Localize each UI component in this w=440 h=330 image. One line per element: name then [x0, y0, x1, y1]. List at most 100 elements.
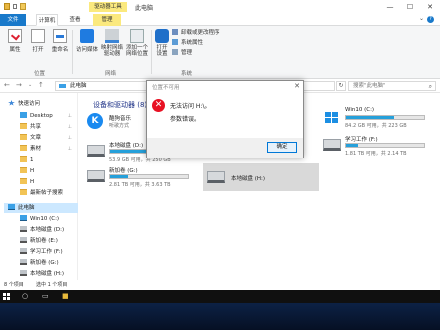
- tile-name: 本地磁盘 (D:): [109, 143, 144, 149]
- system-group-label: 系统: [181, 71, 193, 77]
- gear-icon: [155, 29, 169, 43]
- new-folder-qat-icon[interactable]: [13, 4, 17, 9]
- properties-button[interactable]: 属性: [6, 29, 24, 53]
- dialog-close-button[interactable]: ✕: [294, 82, 300, 90]
- explorer-window: 驱动器工具 此电脑 — ☐ ✕ 文件 计算机 查看 管理 ⌄ ? 属性 打开 重…: [0, 0, 440, 290]
- system-properties-icon: [172, 39, 178, 45]
- star-icon: [8, 100, 15, 106]
- drive-usage-bar: [345, 115, 425, 120]
- tile-info: 听歌方式: [109, 123, 130, 129]
- title-bar: 驱动器工具 此电脑 — ☐ ✕: [0, 0, 440, 14]
- help-icon[interactable]: ?: [427, 16, 434, 23]
- tab-computer[interactable]: 计算机: [36, 14, 58, 26]
- sidebar-item-label: 文章: [30, 135, 42, 141]
- search-icon: ⌕: [428, 83, 432, 90]
- add-network-location-button[interactable]: 添加一个网络位置: [124, 29, 150, 57]
- pin-icon: ⊥: [67, 113, 72, 119]
- sidebar-item-label: 共享: [30, 124, 42, 130]
- maximize-button[interactable]: ☐: [400, 0, 420, 14]
- item-count: 8 个项目: [4, 282, 24, 288]
- drive-tile-f[interactable]: 学习工作 (F:) 1.81 TB 可用，共 2.14 TB: [323, 135, 431, 161]
- sidebar-drive-d[interactable]: 本地磁盘 (D:): [20, 225, 64, 235]
- computer-icon: [8, 204, 15, 210]
- forward-button[interactable]: →: [16, 81, 22, 89]
- sidebar-drive-label: 学习工作 (F:): [30, 249, 63, 255]
- folder-icon: [20, 178, 27, 184]
- properties-label: 属性: [9, 47, 21, 53]
- drive-tile-c[interactable]: Win10 (C:) 84.2 GB 可用，共 223 GB: [323, 107, 431, 133]
- sidebar-drive-e[interactable]: 新加卷 (E:): [20, 236, 58, 246]
- refresh-button[interactable]: ↻: [336, 81, 346, 91]
- sidebar-drive-f[interactable]: 学习工作 (F:): [20, 247, 63, 257]
- manage-item[interactable]: 管理: [172, 49, 192, 58]
- rename-button[interactable]: 重命名: [50, 29, 70, 53]
- tile-name: 酷狗音乐: [109, 116, 132, 122]
- dialog-detail: 参数错误。: [170, 116, 201, 123]
- tile-name: 本地磁盘 (H:): [231, 176, 266, 182]
- drive-icon: [87, 145, 105, 157]
- sidebar-item-label: Desktop: [30, 113, 53, 119]
- folder-qat-icon[interactable]: [20, 3, 26, 10]
- manage-icon: [172, 49, 178, 55]
- start-button-icon[interactable]: [3, 293, 10, 300]
- rename-icon: [53, 29, 67, 43]
- drive-tile-g[interactable]: 新加卷 (G:) 2.81 TB 可用，共 3.63 TB: [87, 166, 195, 192]
- sidebar-drive-c[interactable]: Win10 (C:): [20, 214, 59, 224]
- drive-icon: [20, 248, 27, 254]
- sidebar-item-h2[interactable]: H: [20, 177, 34, 187]
- desktop-icon: [20, 112, 27, 118]
- sidebar-drive-g[interactable]: 新加卷 (G:): [20, 258, 59, 268]
- computer-icon: [59, 84, 66, 88]
- sidebar-item-1[interactable]: 1: [20, 155, 34, 165]
- tab-file[interactable]: 文件: [0, 14, 26, 26]
- properties-icon: [8, 29, 22, 43]
- sidebar-item-articles[interactable]: 文章 ⊥: [20, 133, 72, 143]
- sidebar-drive-h[interactable]: 本地磁盘 (H:): [20, 269, 64, 279]
- map-network-drive-label: 映射网络驱动器: [100, 45, 123, 57]
- drive-icon: [323, 139, 341, 151]
- tile-name: 新加卷 (G:): [109, 168, 138, 174]
- tab-view[interactable]: 查看: [66, 14, 84, 26]
- back-button[interactable]: ←: [4, 81, 10, 89]
- access-media-button[interactable]: 访问媒体: [75, 29, 99, 53]
- uninstall-programs-item[interactable]: 卸载或更改程序: [172, 29, 220, 38]
- task-view-icon[interactable]: ▭: [42, 292, 49, 300]
- recent-locations-icon[interactable]: ⌄: [28, 82, 32, 88]
- sidebar-item-desktop[interactable]: Desktop ⊥: [20, 111, 72, 121]
- sidebar-item-label: H: [30, 179, 35, 185]
- pin-icon: ⊥: [67, 135, 72, 141]
- close-button[interactable]: ✕: [420, 0, 440, 14]
- navigation-pane: 快速访问 Desktop ⊥ 共享 ⊥ 文章 ⊥ 素材 ⊥ 1 H H 最新帖子搜索 此…: [0, 93, 78, 280]
- windows-logo-icon: [323, 111, 341, 123]
- system-properties-item[interactable]: 系统属性: [172, 39, 203, 48]
- media-icon: [80, 29, 94, 43]
- open-settings-button[interactable]: 打开设置: [154, 29, 170, 57]
- sidebar-item-h[interactable]: H: [20, 166, 34, 176]
- dialog-title: 位置不可用: [152, 85, 180, 91]
- search-input[interactable]: 搜索"此电脑" ⌕: [348, 81, 436, 91]
- properties-qat-icon[interactable]: [4, 3, 10, 10]
- access-media-label: 访问媒体: [75, 47, 98, 53]
- minimize-button[interactable]: —: [380, 0, 400, 14]
- devices-section-title: 设备和驱动器 (8): [93, 101, 148, 109]
- network-group-label: 网络: [105, 71, 117, 77]
- sidebar-item-share[interactable]: 共享 ⊥: [20, 122, 72, 132]
- ok-button[interactable]: 确定: [267, 142, 297, 153]
- drive-tile-h[interactable]: 本地磁盘 (H:): [203, 163, 319, 191]
- sidebar-item-label: 素材: [30, 146, 42, 152]
- sidebar-item-latest-posts[interactable]: 最新帖子搜索: [20, 188, 63, 198]
- up-button[interactable]: ↑: [38, 81, 44, 89]
- this-pc-label: 此电脑: [18, 205, 35, 211]
- drive-usage-fill: [346, 116, 395, 119]
- tab-manage[interactable]: 管理: [93, 14, 121, 26]
- map-network-drive-button[interactable]: 映射网络驱动器: [100, 29, 124, 57]
- sidebar-quick-access[interactable]: 快速访问: [8, 99, 40, 109]
- open-icon: [31, 29, 45, 43]
- sidebar-item-materials[interactable]: 素材 ⊥: [20, 144, 72, 154]
- file-explorer-icon[interactable]: ■: [62, 292, 69, 300]
- search-icon[interactable]: ○: [22, 292, 28, 300]
- manage-label: 管理: [181, 50, 193, 56]
- collapse-ribbon-icon[interactable]: ⌄: [419, 15, 424, 22]
- sidebar-this-pc[interactable]: 此电脑: [4, 203, 78, 213]
- open-button[interactable]: 打开: [30, 29, 46, 53]
